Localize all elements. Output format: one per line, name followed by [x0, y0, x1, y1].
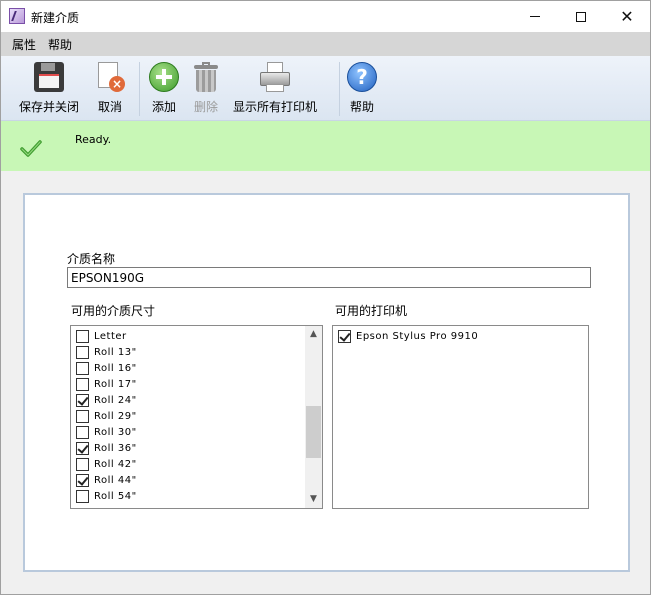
status-strip: Ready.	[1, 121, 650, 171]
media-size-checkbox[interactable]	[76, 329, 89, 343]
menu-bar: 属性 帮助	[1, 32, 650, 56]
delete-label: 删除	[193, 100, 218, 114]
media-name-label: 介质名称	[67, 252, 116, 266]
media-size-item-label: Roll 30"	[94, 426, 137, 438]
close-button[interactable]: ✕	[604, 1, 650, 32]
status-text: Ready.	[75, 133, 112, 146]
app-icon	[9, 8, 25, 24]
toolbar-separator	[139, 62, 140, 116]
media-size-item[interactable]: Roll 54"	[76, 488, 137, 504]
media-size-item-label: Roll 36"	[94, 442, 137, 454]
media-form-panel: 介质名称 可用的介质尺寸 可用的打印机 Letter Roll 13" Roll 1…	[23, 193, 630, 572]
media-name-field[interactable]	[67, 267, 591, 288]
media-size-item[interactable]: Roll 16"	[76, 360, 137, 376]
printer-item-label: Epson Stylus Pro 9910	[356, 330, 479, 342]
media-size-item-label: Roll 17"	[94, 378, 137, 390]
help-label: 帮助	[349, 100, 374, 114]
window-title: 新建介质	[31, 11, 80, 25]
media-size-checkbox[interactable]	[76, 489, 89, 503]
cancel-document-icon: ×	[93, 60, 127, 94]
media-size-checkbox[interactable]	[76, 473, 89, 487]
printer-icon	[258, 60, 292, 94]
maximize-button[interactable]	[558, 1, 604, 32]
media-size-item[interactable]: Roll 17"	[76, 376, 137, 392]
save-and-close-label: 保存并关闭	[19, 100, 80, 114]
media-size-item-label: Letter	[94, 330, 127, 342]
media-size-checkbox[interactable]	[76, 457, 89, 471]
minimize-icon	[530, 16, 540, 17]
media-size-item-label: Roll 16"	[94, 362, 137, 374]
available-printers-label: 可用的打印机	[335, 304, 408, 318]
media-sizes-list[interactable]: Letter Roll 13" Roll 16" Roll 17" Roll 24" Ro…	[70, 325, 323, 509]
scroll-up-arrow-icon[interactable]: ▲	[305, 326, 322, 343]
cancel-button[interactable]: × 取消	[93, 60, 127, 118]
sizes-scrollbar[interactable]: ▲ ▼	[305, 326, 322, 508]
media-size-item[interactable]: Letter	[76, 328, 127, 344]
help-icon: ?	[345, 60, 379, 94]
media-size-item[interactable]: Roll 24"	[76, 392, 137, 408]
media-size-item[interactable]: Roll 13"	[76, 344, 137, 360]
menu-help[interactable]: 帮助	[43, 36, 77, 53]
save-and-close-button[interactable]: 保存并关闭	[19, 60, 79, 118]
cancel-label: 取消	[97, 100, 122, 114]
scroll-down-arrow-icon[interactable]: ▼	[305, 491, 322, 508]
media-size-item[interactable]: Roll 36"	[76, 440, 137, 456]
media-size-item[interactable]: Roll 29"	[76, 408, 137, 424]
media-size-item[interactable]: Roll 30"	[76, 424, 137, 440]
floppy-disk-icon	[32, 60, 66, 94]
media-size-checkbox[interactable]	[76, 345, 89, 359]
checkmark-icon	[20, 140, 42, 157]
media-size-checkbox[interactable]	[76, 409, 89, 423]
add-button[interactable]: 添加	[147, 60, 181, 118]
toolbar-separator	[339, 62, 340, 116]
show-all-printers-label: 显示所有打印机	[233, 100, 318, 114]
trash-can-icon	[189, 60, 223, 94]
media-size-checkbox[interactable]	[76, 441, 89, 455]
toolbar: 保存并关闭 × 取消 添加 删除 显示所有打印机 ? 帮助	[1, 56, 650, 121]
printers-list[interactable]: Epson Stylus Pro 9910	[332, 325, 589, 509]
add-label: 添加	[151, 100, 176, 114]
new-media-window: 新建介质 ✕ 属性 帮助 保存并关闭 × 取消 添加 删除 显示所有打印机 ? …	[0, 0, 651, 595]
add-circle-icon	[147, 60, 181, 94]
media-size-checkbox[interactable]	[76, 425, 89, 439]
delete-button[interactable]: 删除	[189, 60, 223, 118]
printer-item[interactable]: Epson Stylus Pro 9910	[338, 328, 478, 344]
media-size-item-label: Roll 24"	[94, 394, 137, 406]
media-size-item-label: Roll 54"	[94, 490, 137, 502]
help-button[interactable]: ? 帮助	[345, 60, 379, 118]
available-sizes-label: 可用的介质尺寸	[71, 304, 156, 318]
media-size-item-label: Roll 29"	[94, 410, 137, 422]
media-size-checkbox[interactable]	[76, 377, 89, 391]
show-all-printers-button[interactable]: 显示所有打印机	[233, 60, 317, 118]
title-bar: 新建介质 ✕	[1, 1, 650, 32]
printer-checkbox[interactable]	[338, 329, 351, 343]
media-size-item-label: Roll 44"	[94, 474, 137, 486]
media-size-checkbox[interactable]	[76, 393, 89, 407]
minimize-button[interactable]	[512, 1, 558, 32]
maximize-icon	[576, 11, 586, 22]
media-size-checkbox[interactable]	[76, 361, 89, 375]
media-size-item[interactable]: Roll 42"	[76, 456, 137, 472]
close-icon: ✕	[620, 6, 634, 26]
media-size-item-label: Roll 42"	[94, 458, 137, 470]
scroll-thumb[interactable]	[306, 406, 321, 458]
menu-properties[interactable]: 属性	[7, 36, 41, 53]
media-size-item[interactable]: Roll 44"	[76, 472, 137, 488]
media-size-item-label: Roll 13"	[94, 346, 137, 358]
